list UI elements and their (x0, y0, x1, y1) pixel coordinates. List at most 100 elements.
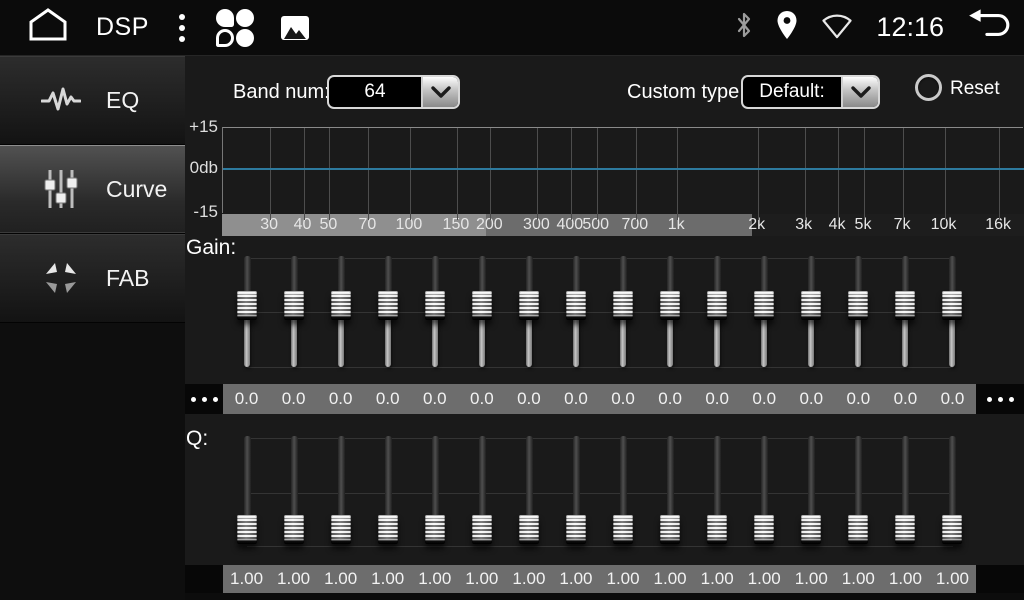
slider-knob[interactable] (754, 291, 774, 320)
gain-slider-12[interactable] (752, 250, 776, 375)
sidebar-item-curve[interactable]: Curve (0, 145, 185, 234)
q-slider-4[interactable] (376, 430, 400, 555)
gain-slider-4[interactable] (376, 250, 400, 375)
slider-knob[interactable] (707, 515, 727, 544)
band-num-dropdown[interactable]: 64 (327, 75, 460, 109)
gain-slider-2[interactable] (282, 250, 306, 375)
slider-knob[interactable] (801, 515, 821, 544)
q-slider-1[interactable] (235, 430, 259, 555)
slider-knob[interactable] (472, 515, 492, 544)
slider-knob[interactable] (331, 515, 351, 544)
location-icon (776, 10, 798, 45)
slider-knob[interactable] (378, 291, 398, 320)
slider-knob[interactable] (425, 291, 445, 320)
gain-slider-11[interactable] (705, 250, 729, 375)
frequency-tick-label: 1k (668, 216, 685, 234)
slider-knob[interactable] (519, 515, 539, 544)
slider-track-lower (714, 318, 720, 367)
q-slider-2[interactable] (282, 430, 306, 555)
slider-knob[interactable] (472, 291, 492, 320)
q-slider-14[interactable] (846, 430, 870, 555)
sidebar-item-fab[interactable]: FAB (0, 234, 185, 323)
gain-slider-5[interactable] (423, 250, 447, 375)
chevron-down-icon[interactable] (841, 77, 878, 107)
gain-slider-8[interactable] (564, 250, 588, 375)
slider-knob[interactable] (566, 515, 586, 544)
eq-curve-line[interactable] (223, 168, 1024, 170)
q-slider-9[interactable] (611, 430, 635, 555)
sidebar-item-eq[interactable]: EQ (0, 56, 185, 145)
slider-knob[interactable] (237, 291, 257, 320)
slider-knob[interactable] (895, 291, 915, 320)
q-value: 1.00 (223, 565, 270, 593)
q-slider-7[interactable] (517, 430, 541, 555)
slider-track-upper (385, 256, 392, 293)
gain-slider-3[interactable] (329, 250, 353, 375)
slider-track-upper (808, 256, 815, 293)
slider-knob[interactable] (942, 291, 962, 320)
slider-knob[interactable] (660, 515, 680, 544)
slider-knob[interactable] (237, 515, 257, 544)
slider-knob[interactable] (801, 291, 821, 320)
overflow-menu-icon[interactable] (175, 10, 189, 46)
gain-slider-9[interactable] (611, 250, 635, 375)
gain-slider-1[interactable] (235, 250, 259, 375)
slider-knob[interactable] (754, 515, 774, 544)
q-slider-13[interactable] (799, 430, 823, 555)
frequency-gridline (677, 128, 678, 220)
slider-knob[interactable] (895, 515, 915, 544)
gain-value: 0.0 (835, 384, 882, 414)
slider-track-upper (244, 436, 251, 517)
gallery-icon[interactable] (281, 16, 309, 40)
gain-slider-13[interactable] (799, 250, 823, 375)
q-slider-12[interactable] (752, 430, 776, 555)
slider-knob[interactable] (613, 291, 633, 320)
back-icon[interactable] (966, 7, 1012, 48)
slider-knob[interactable] (331, 291, 351, 320)
slider-knob[interactable] (707, 291, 727, 320)
q-slider-3[interactable] (329, 430, 353, 555)
frequency-tick-label: 30 (260, 216, 278, 234)
q-slider-8[interactable] (564, 430, 588, 555)
gain-more-left-button[interactable] (185, 384, 223, 414)
slider-knob[interactable] (613, 515, 633, 544)
fader-arrows-icon (40, 260, 82, 296)
slider-knob[interactable] (284, 515, 304, 544)
slider-track-lower (902, 318, 908, 367)
slider-knob[interactable] (942, 515, 962, 544)
q-slider-11[interactable] (705, 430, 729, 555)
slider-knob[interactable] (284, 291, 304, 320)
q-slider-10[interactable] (658, 430, 682, 555)
gain-more-right-button[interactable] (976, 384, 1024, 414)
frequency-gridline (636, 128, 637, 220)
chevron-down-icon[interactable] (421, 77, 458, 107)
apps-clover-icon[interactable] (215, 8, 255, 48)
slider-knob[interactable] (848, 291, 868, 320)
slider-track-upper (573, 436, 580, 517)
eq-curve-graph[interactable] (222, 127, 1023, 213)
more-dots-icon (987, 397, 1014, 402)
frequency-axis-dark (752, 214, 1024, 236)
gain-slider-6[interactable] (470, 250, 494, 375)
q-slider-6[interactable] (470, 430, 494, 555)
slider-knob[interactable] (660, 291, 680, 320)
q-slider-5[interactable] (423, 430, 447, 555)
gain-slider-10[interactable] (658, 250, 682, 375)
custom-type-dropdown[interactable]: Default: (741, 75, 880, 109)
q-slider-16[interactable] (940, 430, 964, 555)
frequency-tick-label: 5k (855, 216, 872, 234)
slider-track-lower (667, 318, 673, 367)
slider-knob[interactable] (378, 515, 398, 544)
slider-knob[interactable] (519, 291, 539, 320)
gain-slider-7[interactable] (517, 250, 541, 375)
slider-knob[interactable] (425, 515, 445, 544)
vertical-sliders-icon (40, 168, 82, 210)
slider-knob[interactable] (848, 515, 868, 544)
gain-slider-16[interactable] (940, 250, 964, 375)
home-icon[interactable] (26, 6, 70, 49)
gain-slider-14[interactable] (846, 250, 870, 375)
gain-slider-15[interactable] (893, 250, 917, 375)
q-slider-15[interactable] (893, 430, 917, 555)
reset-radio-button[interactable] (915, 74, 942, 101)
slider-knob[interactable] (566, 291, 586, 320)
